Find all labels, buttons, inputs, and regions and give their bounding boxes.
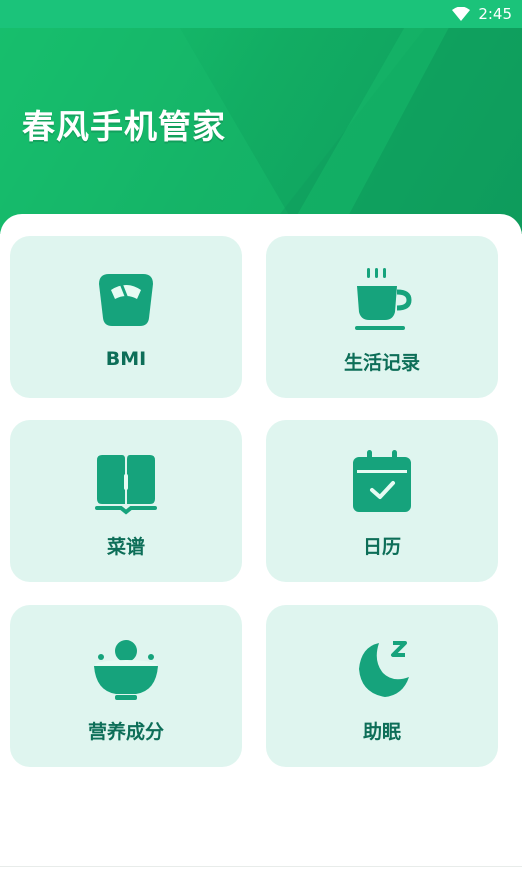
recipe-book-icon: [91, 450, 161, 520]
card-nutrition[interactable]: 营养成分: [10, 605, 242, 767]
card-bmi[interactable]: BMI: [10, 236, 242, 398]
card-recipe[interactable]: 菜谱: [10, 420, 242, 582]
moon-sleep-icon: [347, 635, 417, 705]
food-bowl-icon: [91, 635, 161, 705]
card-label: 生活记录: [343, 352, 420, 374]
card-sleep[interactable]: 助眠: [266, 605, 498, 767]
coffee-cup-icon: [347, 266, 417, 336]
app-title: 春风手机管家: [22, 107, 226, 146]
card-life-record[interactable]: 生活记录: [266, 236, 498, 398]
card-label: 助眠: [362, 721, 401, 743]
scale-icon: [91, 266, 161, 336]
card-label: BMI: [105, 348, 147, 370]
header-banner: 春风手机管家: [0, 28, 522, 234]
status-bar: 2:45: [0, 0, 522, 28]
bottom-nav-divider: [0, 866, 522, 867]
feature-grid: BMI 生活记录 菜谱 日历 营养成分 助眠: [0, 214, 522, 879]
status-right: 2:45: [452, 5, 512, 23]
card-label: 日历: [362, 536, 401, 558]
calendar-check-icon: [347, 450, 417, 520]
card-label: 营养成分: [87, 721, 164, 743]
card-calendar[interactable]: 日历: [266, 420, 498, 582]
wifi-icon: [452, 7, 471, 21]
card-label: 菜谱: [106, 536, 145, 558]
status-time: 2:45: [478, 5, 512, 23]
